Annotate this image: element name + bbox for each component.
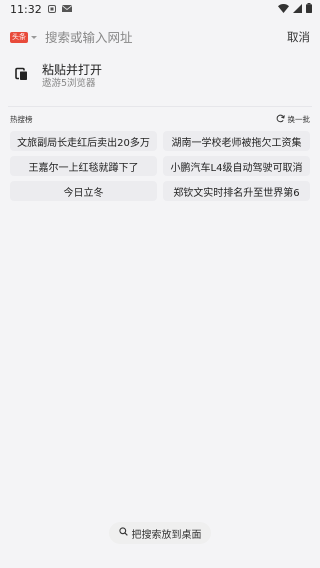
paste-subtitle: 遨游5浏览器	[42, 77, 96, 89]
status-left: 11:32	[10, 3, 72, 16]
paste-text: 粘贴并打开 遨游5浏览器	[42, 63, 102, 90]
paste-title: 粘贴并打开	[42, 62, 103, 77]
hot-search-item[interactable]: 今日立冬	[10, 181, 157, 201]
search-icon	[118, 527, 128, 539]
status-time: 11:32	[10, 2, 42, 16]
notification-icon	[47, 3, 56, 16]
add-search-to-desktop-label: 把搜索放到桌面	[131, 529, 202, 541]
mail-icon	[61, 3, 72, 16]
refresh-icon	[276, 114, 285, 125]
refresh-label: 换一批	[287, 114, 311, 124]
search-input[interactable]	[45, 29, 287, 45]
hot-search-item[interactable]: 湖南一学校老师被拖欠工资集	[163, 131, 310, 151]
chevron-down-icon[interactable]	[31, 35, 37, 39]
wifi-icon	[278, 3, 289, 16]
divider	[8, 106, 312, 107]
status-right	[278, 2, 312, 16]
clipboard-icon	[14, 66, 42, 86]
search-engine-badge[interactable]: 头条	[10, 31, 28, 43]
hot-search-item[interactable]: 文旅副局长走红后卖出20多万	[10, 131, 157, 151]
signal-icon	[293, 3, 302, 16]
hot-search-grid: 文旅副局长走红后卖出20多万 湖南一学校老师被拖欠工资集 王嘉尔一上红毯就蹲下了…	[0, 127, 320, 201]
status-bar: 11:32	[0, 0, 320, 18]
hot-search-item[interactable]: 小鹏汽车L4级自动驾驶可取消	[163, 156, 310, 176]
cancel-button[interactable]: 取消	[287, 29, 310, 45]
battery-icon	[306, 2, 312, 16]
hot-search-title: 热搜榜	[10, 114, 33, 124]
hot-search-item[interactable]: 王嘉尔一上红毯就蹲下了	[10, 156, 157, 176]
search-bar: 头条 取消	[0, 18, 320, 56]
add-search-to-desktop-button[interactable]: 把搜索放到桌面	[109, 522, 211, 544]
hot-search-header: 热搜榜 换一批	[0, 111, 320, 127]
paste-and-open-card[interactable]: 粘贴并打开 遨游5浏览器	[8, 58, 312, 94]
refresh-button[interactable]: 换一批	[276, 114, 311, 125]
hot-search-item[interactable]: 郑钦文实时排名升至世界第6	[163, 181, 310, 201]
